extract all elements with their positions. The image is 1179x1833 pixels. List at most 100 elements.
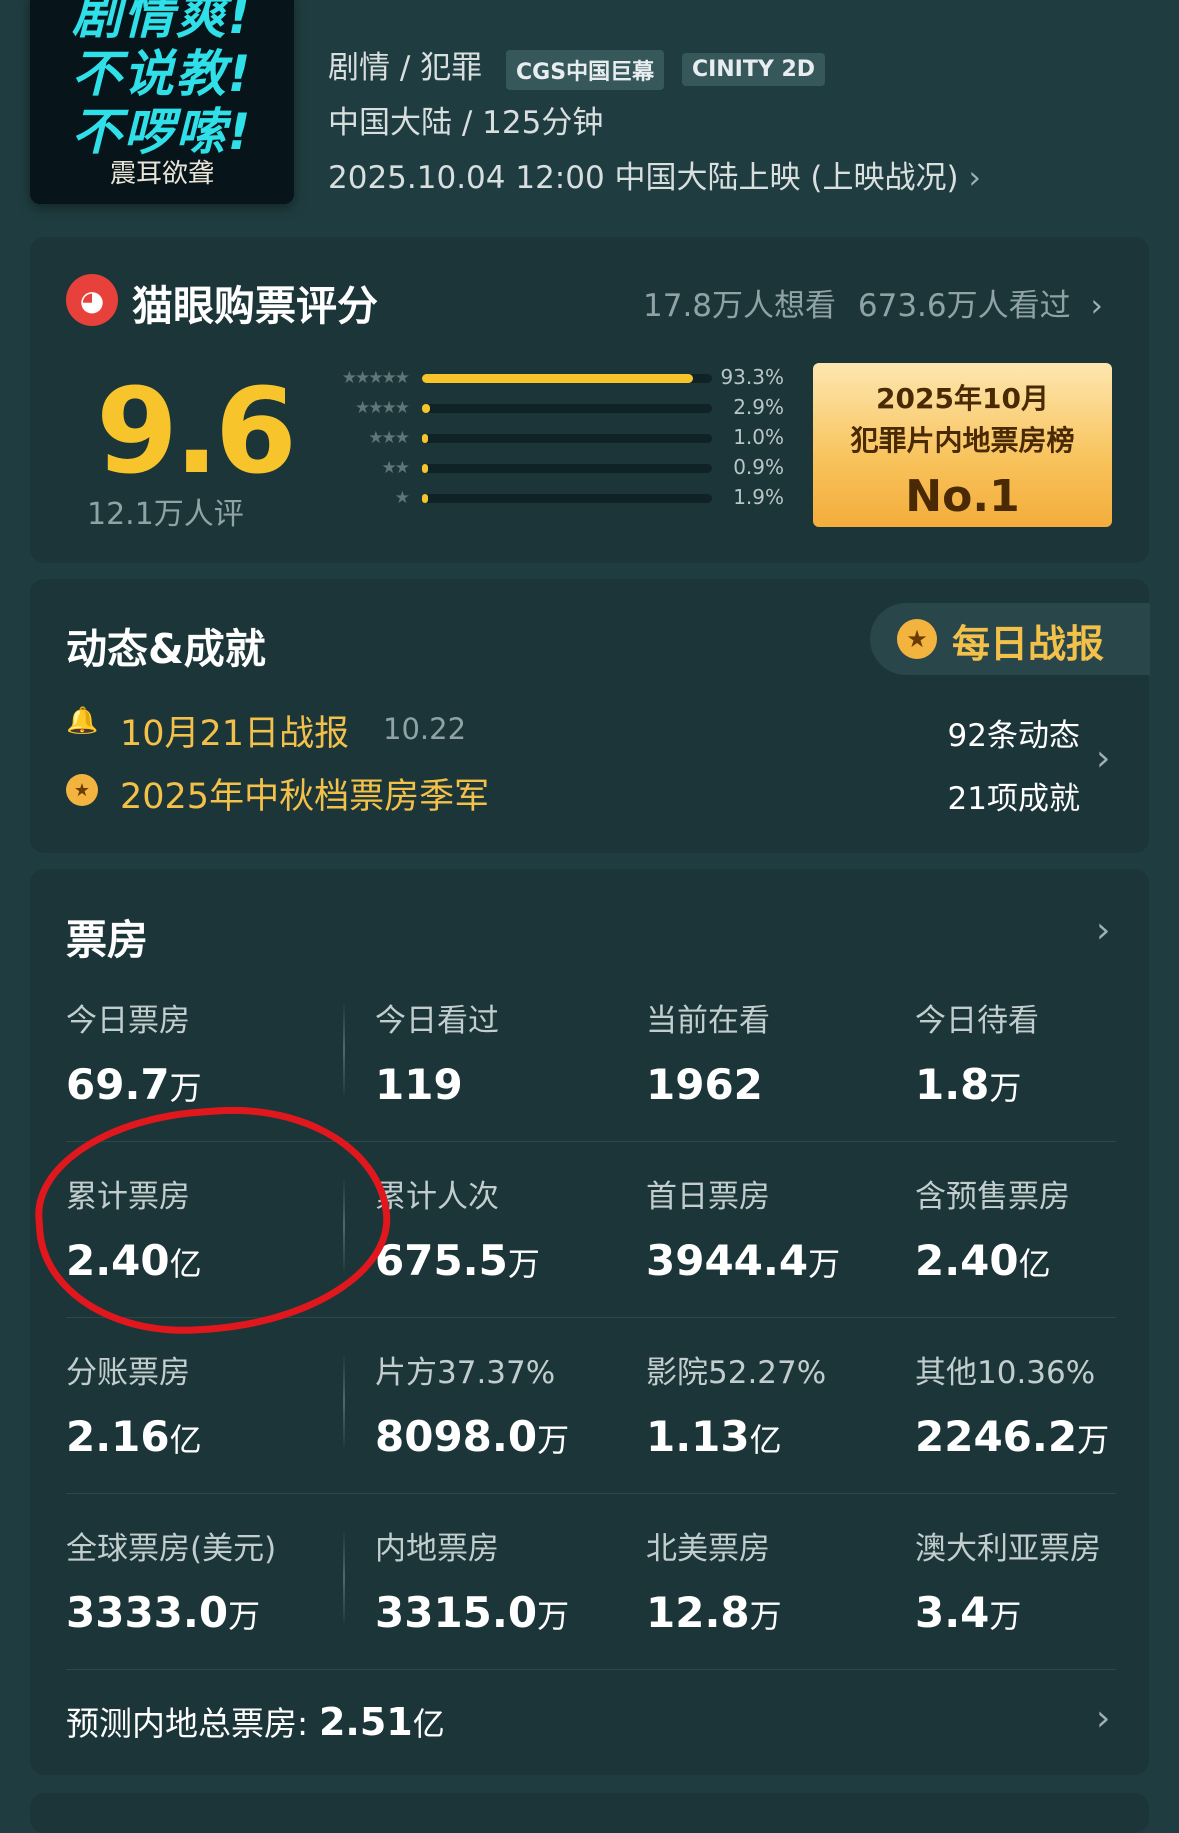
stat-label: 今日看过: [375, 1003, 499, 1039]
bell-icon: 🔔: [66, 706, 99, 736]
boxoffice-cell: 累计人次 675.5万: [375, 1171, 540, 1285]
stat-label: 当前在看: [646, 1003, 770, 1039]
stat-value-group: 8098.0万: [375, 1412, 569, 1461]
audience-stats-link[interactable]: 17.8万人想看 673.6万人看过 ›: [643, 280, 1103, 325]
stat-value: 2246.2: [915, 1412, 1078, 1461]
chevron-right-icon: ›: [1090, 288, 1103, 324]
stat-label: 北美票房: [646, 1531, 770, 1567]
boxoffice-cell: 片方37.37% 8098.0万: [375, 1347, 569, 1461]
stat-value: 12.8: [646, 1588, 750, 1637]
boxoffice-cell: 分账票房 2.16亿: [66, 1347, 202, 1461]
daily-report-button[interactable]: ★ 每日战报: [870, 603, 1150, 675]
rating-row: ★★★: [300, 425, 712, 451]
boxoffice-cell: 首日票房 3944.4万: [646, 1171, 840, 1285]
stat-value: 3315.0: [375, 1588, 538, 1637]
stat-unit: 万: [537, 1597, 570, 1635]
stat-label: 分账票房: [66, 1355, 190, 1391]
stat-unit: 亿: [1018, 1245, 1051, 1283]
star-group-icon: ★★: [381, 458, 410, 478]
achievement-count[interactable]: 21项成就: [880, 773, 1080, 818]
stat-unit: 万: [989, 1597, 1022, 1635]
stat-value: 8098.0: [375, 1412, 538, 1461]
rating-row: ★★★★: [300, 395, 712, 421]
rater-count: 12.1万人评: [87, 497, 244, 532]
stat-value-group: 2.40亿: [915, 1236, 1070, 1285]
stat-value: 3944.4: [646, 1236, 809, 1285]
stat-value: 69.7: [66, 1060, 170, 1109]
stat-value-group: 3.4万: [915, 1588, 1101, 1637]
rating-bar-fill: [422, 463, 428, 473]
forecast-row[interactable]: 预测内地总票房: 2.51亿: [66, 1697, 445, 1745]
region-duration: 中国大陆 / 125分钟: [328, 105, 604, 141]
stat-value-group: 12.8万: [646, 1588, 782, 1637]
rating-bar-track: [422, 493, 712, 503]
stat-label: 首日票房: [646, 1179, 770, 1215]
rating-percent: 1.0%: [733, 425, 784, 449]
stat-unit: 万: [228, 1597, 261, 1635]
rating-bar-fill: [422, 373, 693, 383]
stat-value: 675.5: [375, 1236, 508, 1285]
rank-badge[interactable]: 2025年10月 犯罪片内地票房榜 No.1: [813, 363, 1112, 527]
medal-icon: ★: [897, 619, 937, 659]
report-title[interactable]: 10月21日战报: [120, 705, 349, 756]
rank-category: 犯罪片内地票房榜: [850, 424, 1075, 457]
rating-row: ★★: [300, 455, 712, 481]
stat-value-group: 1962: [646, 1060, 770, 1109]
stat-value: 2.16: [66, 1412, 170, 1461]
chevron-right-icon[interactable]: ›: [1096, 738, 1110, 779]
boxoffice-cell: 当前在看 1962: [646, 995, 770, 1109]
stat-label: 今日待看: [915, 1003, 1039, 1039]
next-card: [30, 1793, 1149, 1833]
stat-label: 今日票房: [66, 1003, 190, 1039]
stat-value: 119: [375, 1060, 463, 1109]
medal-icon: ★: [66, 774, 98, 806]
boxoffice-cell: 内地票房 3315.0万: [375, 1523, 569, 1637]
rating-percent: 0.9%: [733, 455, 784, 479]
column-separator: [343, 1000, 345, 1100]
boxoffice-cell: 全球票房(美元) 3333.0万: [66, 1523, 276, 1637]
forecast-unit: 亿: [412, 1705, 445, 1743]
column-separator: [343, 1352, 345, 1452]
rating-bar-track: [422, 403, 712, 413]
stat-value-group: 3315.0万: [375, 1588, 569, 1637]
stat-label: 其他10.36%: [915, 1355, 1096, 1391]
release-info-link[interactable]: 2025.10.04 12:00 中国大陆上映 (上映战况) ›: [328, 152, 981, 197]
format-tag-cinity: CINITY 2D: [681, 53, 826, 86]
stat-label: 内地票房: [375, 1531, 499, 1567]
column-separator: [343, 1528, 345, 1628]
stat-value: 2.40: [915, 1236, 1019, 1285]
stat-label: 含预售票房: [915, 1179, 1070, 1215]
maoyan-logo-icon: ◕: [66, 274, 118, 326]
movie-poster[interactable]: 剧情爽! 不说教! 不啰嗦! 震耳欲聋: [30, 0, 294, 204]
forecast-value: 2.51: [318, 1700, 413, 1744]
rating-bar-track: [422, 463, 712, 473]
want-watch-count: 17.8万人想看: [643, 288, 837, 324]
stat-unit: 万: [507, 1245, 540, 1283]
stat-label: 全球票房(美元): [66, 1531, 277, 1567]
stat-unit: 万: [808, 1245, 841, 1283]
stat-value-group: 69.7万: [66, 1060, 202, 1109]
chevron-right-icon[interactable]: ›: [1096, 1698, 1110, 1739]
stat-value-group: 2.16亿: [66, 1412, 202, 1461]
stat-value-group: 3944.4万: [646, 1236, 840, 1285]
dynamic-count[interactable]: 92条动态: [880, 710, 1080, 755]
rating-percent: 1.9%: [733, 485, 784, 509]
poster-studio: 震耳欲聋: [109, 159, 214, 189]
rating-score: 9.6: [96, 362, 297, 500]
stat-unit: 万: [537, 1421, 570, 1459]
daily-report-label: 每日战报: [952, 622, 1105, 666]
stat-value: 1.13: [646, 1412, 750, 1461]
achievement-text: 2025年中秋档票房季军: [120, 777, 490, 817]
stat-unit: 亿: [169, 1421, 202, 1459]
stat-value-group: 1.8万: [915, 1060, 1039, 1109]
rank-position: No.1: [905, 471, 1020, 522]
stat-label: 影院52.27%: [646, 1355, 827, 1391]
stat-label: 澳大利亚票房: [915, 1531, 1101, 1567]
row-divider: [66, 1669, 1116, 1670]
star-group-icon: ★: [394, 488, 410, 508]
boxoffice-cell: 今日待看 1.8万: [915, 995, 1039, 1109]
stat-value: 3333.0: [66, 1588, 229, 1637]
stat-unit: 万: [1077, 1421, 1110, 1459]
chevron-right-icon[interactable]: ›: [1096, 910, 1110, 951]
rating-bar-fill: [422, 403, 431, 413]
